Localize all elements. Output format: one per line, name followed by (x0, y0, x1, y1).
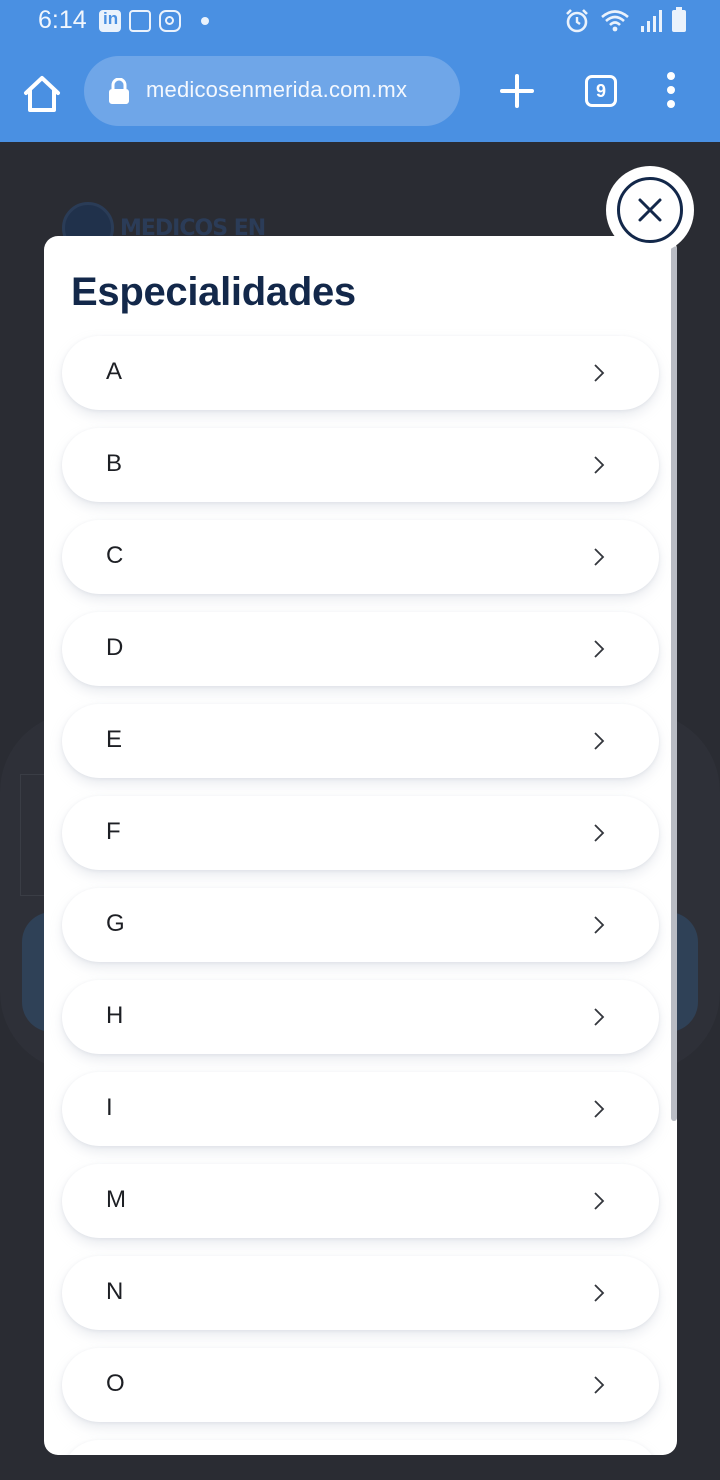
instagram-icon (159, 10, 181, 32)
battery-icon (672, 7, 686, 32)
specialty-letter-label: N (106, 1278, 124, 1305)
linkedin-icon (99, 9, 121, 32)
specialty-letter-item[interactable]: M (62, 1164, 659, 1238)
specialty-letter-item[interactable]: N (62, 1256, 659, 1330)
chevron-right-icon (594, 548, 605, 566)
specialty-letter-item[interactable]: O (62, 1348, 659, 1422)
specialty-letter-item[interactable]: B (62, 428, 659, 502)
specialty-letter-label: B (106, 450, 123, 477)
specialty-letter-label: G (106, 910, 125, 937)
notification-dot-icon (201, 17, 209, 25)
chevron-right-icon (594, 1376, 605, 1394)
wifi-icon (601, 10, 629, 32)
modal-scrollbar[interactable] (671, 246, 677, 1121)
tab-switcher-button[interactable]: 9 (585, 75, 617, 107)
specialty-letter-label: I (106, 1094, 113, 1121)
chevron-right-icon (594, 732, 605, 750)
specialty-letter-item[interactable]: F (62, 796, 659, 870)
browser-toolbar: medicosenmerida.com.mx 9 (0, 44, 720, 142)
chevron-right-icon (594, 1008, 605, 1026)
specialty-letter-label: O (106, 1370, 125, 1397)
modal-title: Especialidades (71, 270, 356, 314)
chevron-right-icon (594, 824, 605, 842)
url-text: medicosenmerida.com.mx (146, 77, 408, 102)
new-tab-icon[interactable] (496, 70, 538, 112)
background-panel-edge (20, 774, 46, 896)
home-icon[interactable] (20, 72, 64, 116)
system-icons (564, 7, 686, 34)
specialty-letter-item[interactable] (62, 1440, 659, 1455)
chevron-right-icon (594, 1192, 605, 1210)
close-button[interactable] (606, 166, 694, 254)
specialty-letter-item[interactable]: I (62, 1072, 659, 1146)
signal-icon (641, 10, 662, 32)
status-time: 6:14 (38, 6, 87, 34)
more-menu-icon[interactable] (656, 72, 686, 112)
specialty-letter-label: D (106, 634, 124, 661)
status-bar: 6:14 (0, 0, 720, 44)
chevron-right-icon (594, 456, 605, 474)
notification-icons (99, 9, 209, 33)
alarm-icon (566, 9, 588, 33)
chevron-right-icon (594, 1100, 605, 1118)
chevron-right-icon (594, 640, 605, 658)
chevron-right-icon (594, 916, 605, 934)
close-icon (617, 177, 683, 243)
specialty-letter-label: F (106, 818, 121, 845)
specialty-letter-item[interactable]: E (62, 704, 659, 778)
specialties-modal: Especialidades A B C D E F G H I M N O (44, 236, 677, 1455)
specialty-letter-item[interactable]: H (62, 980, 659, 1054)
url-bar[interactable]: medicosenmerida.com.mx (84, 56, 460, 126)
specialty-letter-label: H (106, 1002, 124, 1029)
gmail-icon (129, 10, 151, 32)
specialty-letter-label: C (106, 542, 124, 569)
specialty-letter-item[interactable]: C (62, 520, 659, 594)
specialty-letter-item[interactable]: A (62, 336, 659, 410)
specialty-letter-label: M (106, 1186, 126, 1213)
chevron-right-icon (594, 1284, 605, 1302)
specialty-letter-item[interactable]: G (62, 888, 659, 962)
chevron-right-icon (594, 364, 605, 382)
lock-icon (109, 78, 129, 104)
specialty-letter-label: A (106, 358, 123, 385)
specialty-letter-label: E (106, 726, 123, 753)
specialty-letter-item[interactable]: D (62, 612, 659, 686)
